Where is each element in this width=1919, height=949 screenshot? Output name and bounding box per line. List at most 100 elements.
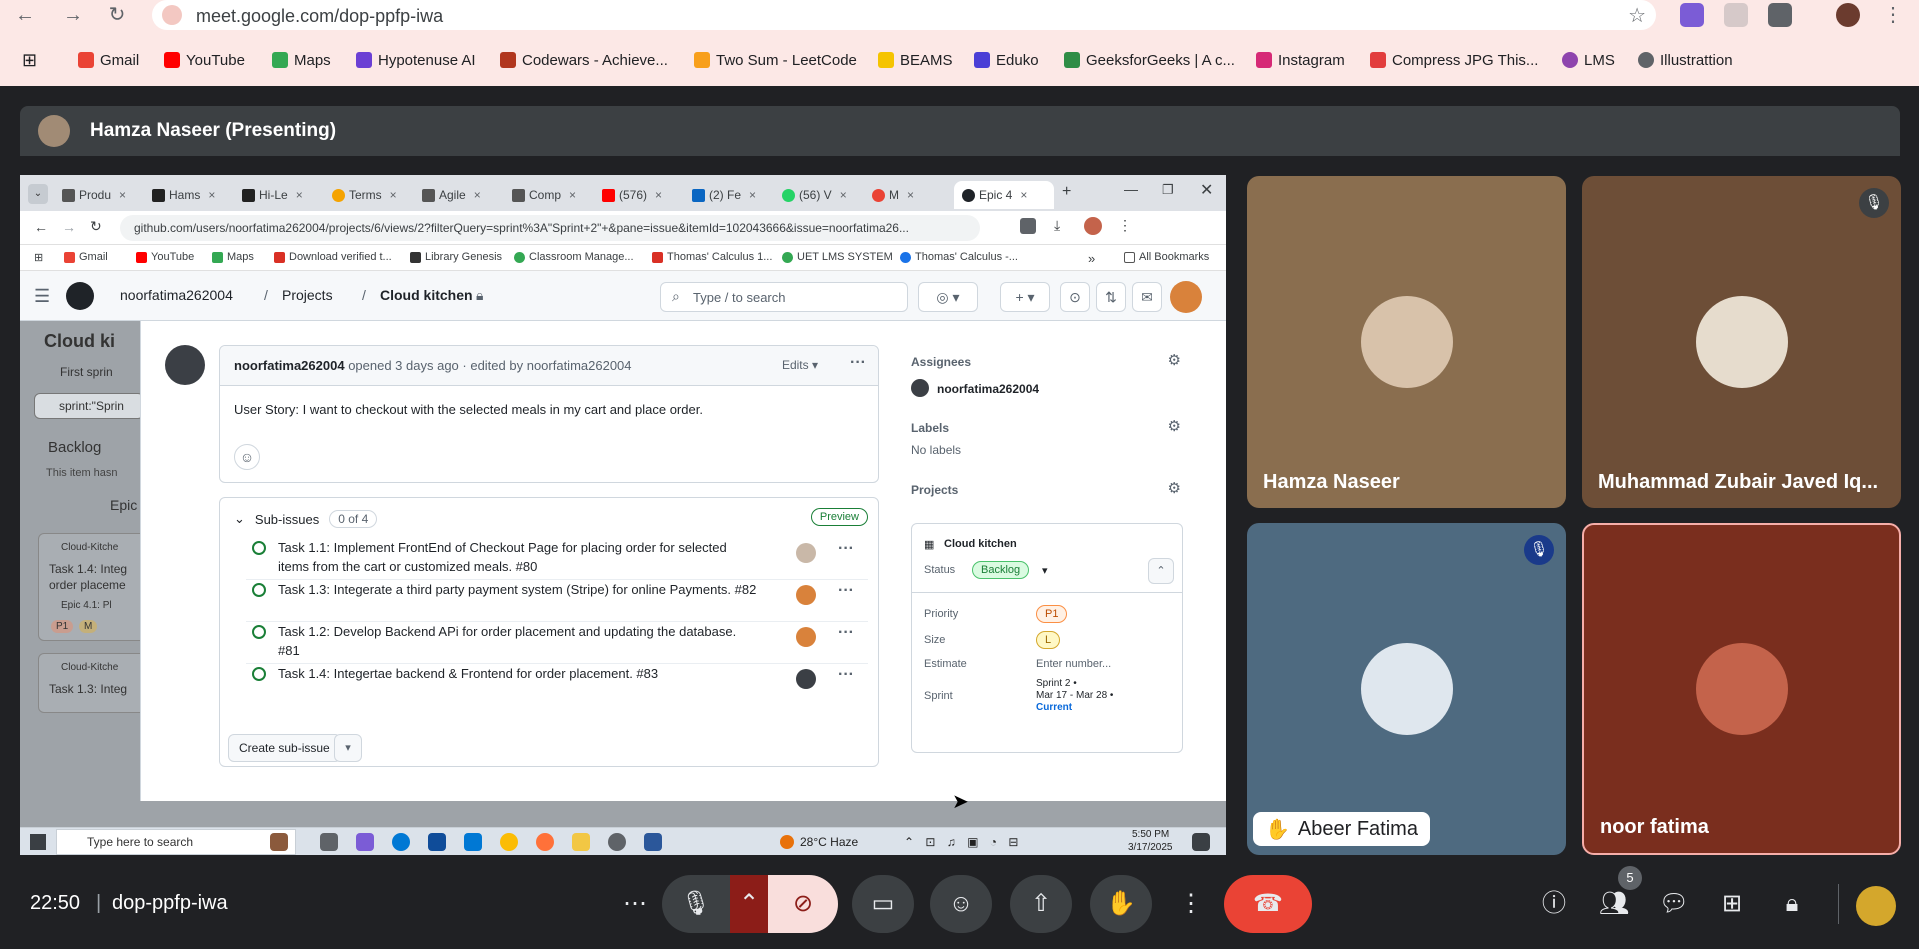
bookmark-item[interactable]: Library Genesis xyxy=(410,251,502,263)
participant-tile[interactable]: 🎙︎ xyxy=(1247,523,1566,855)
row-more-icon[interactable]: ··· xyxy=(838,666,854,684)
word-icon[interactable] xyxy=(644,833,662,851)
extension-icon[interactable] xyxy=(1020,218,1036,234)
chat-icon[interactable]: 💬︎ xyxy=(1654,884,1694,924)
filter-input[interactable]: sprint:"Sprin xyxy=(34,393,144,419)
view-tab[interactable]: First sprin xyxy=(60,365,113,379)
create-new-button[interactable]: + ▾ xyxy=(1000,282,1050,312)
participant-tile[interactable]: 🎙︎ Muhammad Zubair Javed Iq... xyxy=(1582,176,1901,508)
emoji-reaction-icon[interactable]: ☺ xyxy=(930,875,992,933)
sub-issue-title[interactable]: Task 1.3: Integerate a third party payme… xyxy=(278,580,758,599)
bookmark-item[interactable]: All Bookmarks xyxy=(1124,251,1209,263)
minimize-icon[interactable]: — xyxy=(1124,181,1138,197)
host-controls-icon[interactable]: 🔒︎ xyxy=(1772,884,1812,924)
row-more-icon[interactable]: ··· xyxy=(838,624,854,642)
participant-tile[interactable]: noor fatima xyxy=(1582,523,1901,855)
people-icon[interactable]: 👥︎ xyxy=(1594,884,1634,924)
row-more-icon[interactable]: ··· xyxy=(838,540,854,558)
menu-kebab-icon[interactable]: ⋮ xyxy=(1880,2,1906,28)
estimate-input[interactable]: Enter number... xyxy=(1036,658,1111,670)
camera-options-chevron-icon[interactable]: ⌃ xyxy=(730,875,768,933)
raise-hand-icon[interactable]: ✋ xyxy=(1090,875,1152,933)
bookmark-item[interactable]: Two Sum - LeetCode xyxy=(694,50,857,70)
bookmark-item[interactable]: UET LMS SYSTEM xyxy=(782,251,893,263)
task-view-icon[interactable] xyxy=(320,833,338,851)
breadcrumb-user[interactable]: noorfatima262004 xyxy=(120,287,233,303)
extension-icon[interactable] xyxy=(1680,3,1704,27)
weather-text[interactable]: 28°C Haze xyxy=(800,835,858,849)
microphone-icon[interactable]: 🎙︎ xyxy=(662,875,730,933)
reload-icon[interactable]: ↻ xyxy=(90,218,102,235)
priority-badge[interactable]: P1 xyxy=(1036,605,1068,623)
more-options-icon[interactable]: ⋯ xyxy=(608,875,662,933)
forward-icon[interactable]: → xyxy=(62,219,76,235)
gear-icon[interactable]: ⚙ xyxy=(1168,479,1181,497)
bookmark-item[interactable]: Thomas' Calculus -... xyxy=(900,251,1018,263)
maximize-icon[interactable]: ❐ xyxy=(1162,182,1174,198)
leave-call-icon[interactable]: ☎ xyxy=(1224,875,1312,933)
chrome-icon[interactable] xyxy=(500,833,518,851)
sub-issue-title[interactable]: Task 1.1: Implement FrontEnd of Checkout… xyxy=(278,538,758,576)
breadcrumb-project[interactable]: Cloud kitchen xyxy=(380,287,473,303)
inner-tab[interactable]: Agile × xyxy=(422,181,508,209)
inner-tab[interactable]: M × xyxy=(872,181,952,209)
apps-grid-icon[interactable]: ⊞ xyxy=(22,50,37,70)
edge-icon[interactable] xyxy=(392,833,410,851)
copilot-button[interactable]: ◎ ▾ xyxy=(918,282,978,312)
gemini-icon[interactable] xyxy=(1856,886,1896,926)
sub-issue-row[interactable]: Task 1.4: Integertae backend & Frontend … xyxy=(246,664,868,694)
epic-group-title[interactable]: Epic xyxy=(110,497,137,513)
inner-url-bar[interactable]: github.com/users/noorfatima262004/projec… xyxy=(120,215,980,241)
bookmark-item[interactable]: BEAMS xyxy=(878,50,953,70)
create-sub-issue-dropdown[interactable]: ▾ xyxy=(334,734,362,762)
create-sub-issue-button[interactable]: Create sub-issue xyxy=(228,734,341,762)
hamburger-menu-icon[interactable]: ☰ xyxy=(34,286,50,307)
bookmark-item[interactable]: Instagram xyxy=(1256,50,1345,70)
back-icon[interactable]: ← xyxy=(12,2,38,28)
inner-tab[interactable]: Hams × xyxy=(152,181,238,209)
inner-tab[interactable]: Produ × xyxy=(62,181,148,209)
participant-tile[interactable]: Hamza Naseer xyxy=(1247,176,1566,508)
inner-tab[interactable]: (56) V × xyxy=(782,181,868,209)
inner-tab[interactable]: Terms × xyxy=(332,181,418,209)
notification-icon[interactable] xyxy=(1192,833,1210,851)
inner-tab[interactable]: (576) × xyxy=(602,181,688,209)
download-icon[interactable]: ⤓ xyxy=(1054,217,1060,234)
comment-more-icon[interactable]: ··· xyxy=(850,354,866,372)
tab-search-icon[interactable]: ⌄ xyxy=(28,184,48,204)
profile-avatar[interactable] xyxy=(1836,3,1860,27)
new-tab-icon[interactable]: + xyxy=(1062,183,1071,201)
bookmark-item[interactable]: GeeksforGeeks | A c... xyxy=(1064,50,1235,70)
gear-icon[interactable]: ⚙ xyxy=(1168,417,1181,435)
extension-icon[interactable] xyxy=(1724,3,1748,27)
bookmark-item[interactable]: Compress JPG This... xyxy=(1370,50,1538,70)
inner-tab[interactable]: Comp × xyxy=(512,181,598,209)
user-avatar[interactable] xyxy=(1170,281,1202,313)
board-card[interactable]: Cloud-Kitche Task 1.3: Integ xyxy=(38,653,148,713)
captions-icon[interactable]: ▭ xyxy=(852,875,914,933)
camera-off-icon[interactable]: ⊘ xyxy=(768,875,838,933)
copilot-icon[interactable] xyxy=(356,833,374,851)
status-dropdown-icon[interactable]: ▾ xyxy=(1042,564,1048,577)
forward-icon[interactable]: → xyxy=(60,2,86,28)
more-options-kebab-icon[interactable]: ⋮ xyxy=(1168,875,1214,933)
bookmark-item[interactable]: YouTube xyxy=(164,50,245,70)
bookmark-item[interactable]: LMS xyxy=(1562,50,1615,70)
breadcrumb-projects[interactable]: Projects xyxy=(282,287,333,303)
issues-icon[interactable]: ⊙ xyxy=(1060,282,1090,312)
address-bar[interactable]: meet.google.com/dop-ppfp-iwa ☆ xyxy=(152,0,1656,30)
board-card[interactable]: Cloud-Kitche Task 1.4: Integ order place… xyxy=(38,533,148,641)
taskbar-time[interactable]: 5:50 PM xyxy=(1132,829,1169,840)
extensions-puzzle-icon[interactable] xyxy=(1768,3,1792,27)
meeting-details-icon[interactable]: ⓘ xyxy=(1534,884,1574,924)
sprint-value[interactable]: Sprint 2 • xyxy=(1036,678,1077,689)
bookmark-item[interactable]: Classroom Manage... xyxy=(514,251,634,263)
more-bookmarks-icon[interactable]: » xyxy=(1088,251,1095,266)
windows-start-icon[interactable] xyxy=(30,834,46,850)
taskbar-app-icon[interactable] xyxy=(270,833,288,851)
status-badge[interactable]: Backlog xyxy=(972,561,1030,579)
github-logo-icon[interactable] xyxy=(66,282,94,310)
file-explorer-icon[interactable] xyxy=(572,833,590,851)
bookmark-item[interactable]: Codewars - Achieve... xyxy=(500,50,668,70)
collapse-icon[interactable]: ⌃ xyxy=(1148,558,1174,584)
